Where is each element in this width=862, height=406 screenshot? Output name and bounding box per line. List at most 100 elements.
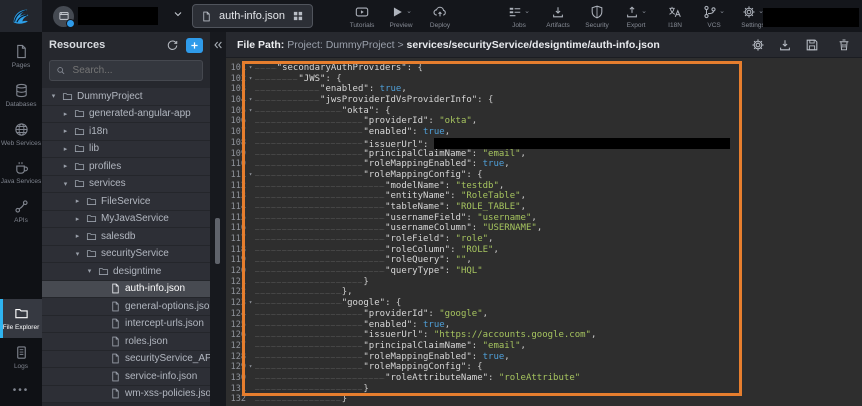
code-token: : [445, 202, 456, 212]
tree-file-roles.json[interactable]: roles.json [42, 333, 210, 351]
tree-folder-MyJavaService[interactable]: ▸MyJavaService [42, 211, 210, 229]
tree-expand-arrow[interactable]: ▸ [73, 197, 82, 205]
tree-file-securityService_API.json[interactable]: securityService_API.json [42, 351, 210, 369]
code-line-132: 132} [226, 394, 862, 405]
topbar-action-jobs[interactable]: ⌄Jobs [502, 4, 536, 29]
code-token: , [521, 191, 526, 201]
fold-toggle-icon[interactable]: ▾ [246, 170, 255, 181]
open-file-tab[interactable]: auth-info.json [192, 4, 313, 28]
file-settings-button[interactable] [751, 38, 765, 52]
tree-folder-generated-angular-app[interactable]: ▸generated-angular-app [42, 106, 210, 124]
topbar-action-i18n[interactable]: I18N [658, 4, 692, 29]
rail-item-pages[interactable]: Pages [0, 37, 42, 76]
chevron-down-icon[interactable]: ⌄ [406, 8, 412, 15]
code-line-122: 122}, [226, 287, 862, 298]
tree-expand-arrow[interactable]: ▸ [73, 215, 82, 223]
tree-folder-designtime[interactable]: ▾designtime [42, 263, 210, 281]
tree-expand-arrow[interactable]: ▾ [49, 92, 58, 100]
topbar-action-deploy[interactable]: Deploy [423, 4, 457, 29]
tree-folder-securityService[interactable]: ▾securityService [42, 246, 210, 264]
fold-gutter [246, 191, 255, 202]
topbar-action-artifacts[interactable]: Artifacts [541, 4, 575, 29]
tree-expand-arrow[interactable]: ▸ [61, 162, 70, 170]
fold-toggle-icon[interactable]: ▾ [246, 298, 255, 309]
fold-toggle-icon[interactable]: ▾ [246, 63, 255, 74]
tree-folder-salesdb[interactable]: ▸salesdb [42, 228, 210, 246]
fold-gutter [246, 373, 255, 384]
topbar-action-preview[interactable]: ⌄Preview [384, 4, 418, 29]
fold-toggle-icon[interactable]: ▾ [246, 362, 255, 373]
code-line-content: "roleColumn": "ROLE", [255, 245, 862, 256]
indent-guides [255, 309, 363, 320]
delete-file-button[interactable] [837, 38, 851, 52]
topbar-action-export[interactable]: ⌄Export [619, 4, 653, 29]
tree-folder-i18n[interactable]: ▸i18n [42, 123, 210, 141]
refresh-button[interactable] [166, 39, 179, 52]
fold-toggle-icon[interactable]: ▾ [246, 106, 255, 117]
line-number: 106 [226, 116, 246, 127]
code-line-content: "enabled": true, [255, 320, 862, 331]
tree-item-label: FileService [101, 196, 150, 207]
collapse-panel-button[interactable] [212, 38, 224, 56]
rail-item-java-services[interactable]: Java Services [0, 153, 42, 192]
code-token: : { [385, 298, 401, 308]
globe-icon [14, 122, 29, 137]
code-line-content: "entityName": "RoleTable", [255, 191, 862, 202]
topbar-action-security[interactable]: Security [580, 4, 614, 29]
file-path-project: Project: DummyProject [287, 39, 394, 51]
tree-expand-arrow[interactable]: ▾ [85, 267, 94, 275]
topbar-action-tutorials[interactable]: Tutorials [345, 4, 379, 29]
tree-folder-FileService[interactable]: ▸ FileService [42, 193, 210, 211]
rail-item-file-explorer[interactable]: File Explorer [0, 299, 42, 338]
chevron-down-icon[interactable]: ⌄ [524, 8, 530, 15]
code-line-110: 110"roleMappingEnabled": true, [226, 159, 862, 170]
branch-icon: ⌄ [703, 4, 725, 20]
code-line-120: 120"queryType": "HQL" [226, 266, 862, 277]
code-token: "ROLE" [461, 245, 494, 255]
tree-file-auth-info.json[interactable]: auth-info.json [42, 281, 210, 299]
tree-expand-arrow[interactable]: ▸ [61, 127, 70, 135]
tree-file-general-options.json[interactable]: general-options.json [42, 298, 210, 316]
rail-item-web-services[interactable]: Web Services [0, 115, 42, 154]
trash-icon [837, 38, 851, 52]
tree-scrollbar-thumb[interactable] [215, 218, 220, 264]
app-logo[interactable] [0, 0, 42, 32]
topbar-action-vcs[interactable]: ⌄VCS [697, 4, 731, 29]
code-line-content: "okta": { [255, 106, 862, 117]
tree-folder-lib[interactable]: ▸lib [42, 141, 210, 159]
code-token: : [488, 373, 499, 383]
tree-file-intercept-urls.json[interactable]: intercept-urls.json [42, 316, 210, 334]
search-input[interactable] [71, 64, 196, 77]
line-number: 117 [226, 234, 246, 245]
rail-item-logs[interactable]: Logs [0, 338, 42, 377]
resources-header: Resources [42, 32, 210, 58]
save-file-button[interactable] [805, 38, 819, 52]
chevron-down-icon[interactable]: ⌄ [641, 8, 647, 15]
tree-expand-arrow[interactable]: ▾ [73, 250, 82, 258]
tree-folder-services[interactable]: ▾services [42, 176, 210, 194]
chevron-down-icon[interactable]: ⌄ [719, 8, 725, 15]
tree-file-service-info.json[interactable]: service-info.json [42, 368, 210, 386]
grid-icon[interactable] [292, 10, 304, 22]
download-file-button[interactable] [778, 38, 792, 52]
tree-expand-arrow[interactable]: ▸ [61, 110, 70, 118]
rail-item-apis[interactable]: APIs [0, 192, 42, 231]
code-token: : [369, 84, 380, 94]
fold-toggle-icon[interactable]: ▾ [246, 74, 255, 85]
code-line-131: 131} [226, 384, 862, 395]
rail-item-databases[interactable]: Databases [0, 76, 42, 115]
tree-folder-DummyProject[interactable]: ▾DummyProject [42, 88, 210, 106]
fold-toggle-icon[interactable]: ▾ [246, 95, 255, 106]
tree-expand-arrow[interactable]: ▸ [61, 145, 70, 153]
add-resource-button[interactable] [186, 38, 203, 53]
tree-item-label: profiles [89, 161, 121, 172]
project-switcher-chevron[interactable] [172, 7, 184, 25]
project-chip[interactable] [53, 6, 158, 27]
rail-more-button[interactable]: ••• [0, 377, 42, 406]
tree-expand-arrow[interactable]: ▾ [61, 180, 70, 188]
tree-folder-profiles[interactable]: ▸ profiles [42, 158, 210, 176]
tree-expand-arrow[interactable]: ▸ [73, 232, 82, 240]
code-editor[interactable]: 101▾"secondaryAuthProviders": {102▾"JWS"… [226, 58, 862, 406]
wavemaker-logo-icon [10, 5, 32, 27]
tree-file-wm-xss-policies.json[interactable]: wm-xss-policies.json [42, 386, 210, 404]
